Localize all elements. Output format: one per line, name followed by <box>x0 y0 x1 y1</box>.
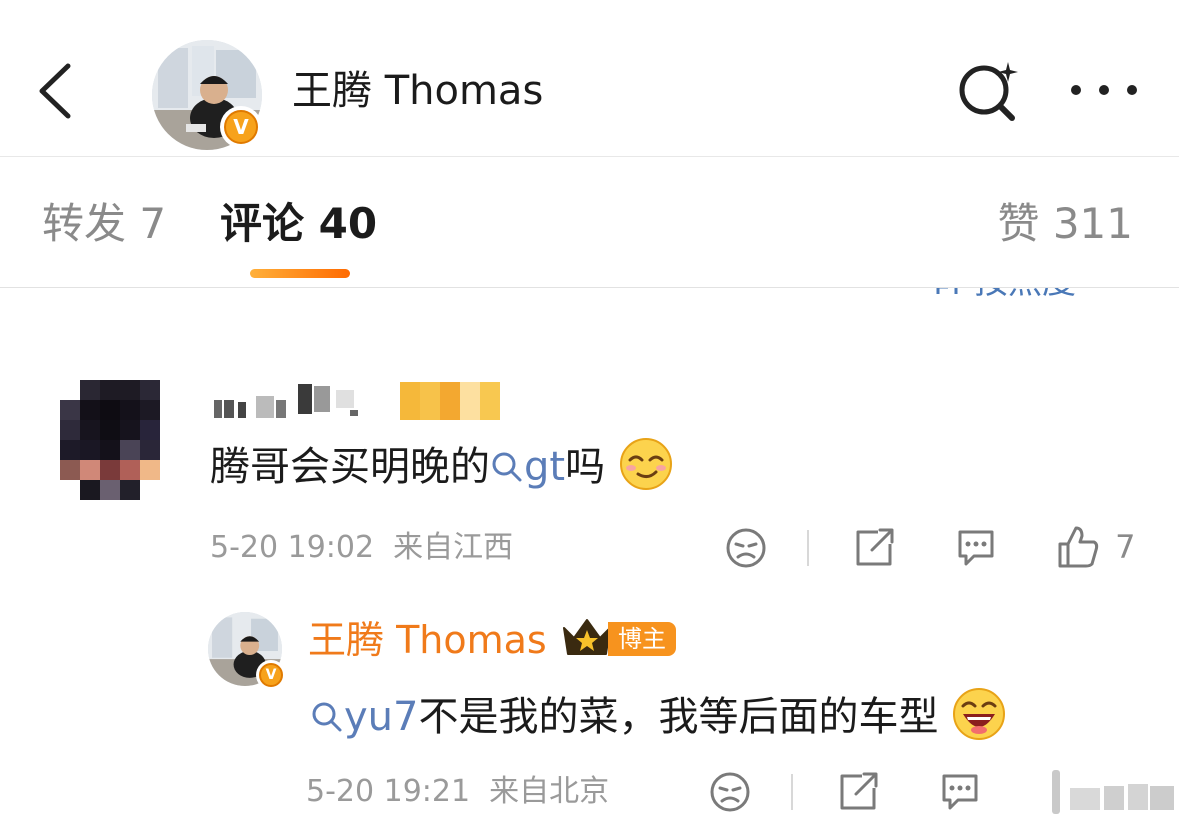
reply-action-divider <box>791 774 793 810</box>
comment-location: 来自江西 <box>393 530 514 565</box>
verified-badge: V <box>220 106 262 148</box>
ellipsis-icon <box>1071 85 1137 95</box>
back-button[interactable] <box>28 56 88 126</box>
reply-time: 5-20 19:21 <box>306 774 471 809</box>
page-title: 王腾 Thomas <box>292 68 544 114</box>
reply-comment-icon[interactable] <box>938 770 982 814</box>
laugh-emoji-icon <box>953 688 1006 740</box>
reply-author-name[interactable]: 王腾 Thomas <box>308 616 547 664</box>
reply-topic-label: yu7 <box>344 694 419 740</box>
search-sparkle-icon <box>959 62 1018 121</box>
tab-repost[interactable]: 转发 7 <box>42 196 166 252</box>
topic-link[interactable]: gt <box>490 444 565 490</box>
action-divider <box>807 530 809 566</box>
reply-location: 来自北京 <box>489 774 610 809</box>
sort-icon <box>936 288 958 294</box>
commenter-name-blurred[interactable] <box>212 382 512 422</box>
reply-text: yu7不是我的菜，我等后面的车型 <box>310 686 1007 744</box>
watermark <box>1000 770 1179 828</box>
crown-icon <box>563 619 611 655</box>
comment-text: 腾哥会买明晚的 gt吗 <box>210 436 674 495</box>
search-button[interactable] <box>952 56 1024 128</box>
smirk-emoji-icon <box>619 438 672 490</box>
reply-comment-icon[interactable] <box>954 526 998 570</box>
reply-dislike-emoji-icon[interactable] <box>708 770 752 814</box>
tab-likes[interactable]: 赞 311 <box>997 196 1133 252</box>
comment-time: 5-20 19:02 <box>210 530 375 565</box>
header-divider <box>0 156 1179 157</box>
sort-toggle[interactable]: 按热度 <box>930 288 1150 302</box>
active-tab-indicator <box>250 269 350 278</box>
like-count: 7 <box>1115 528 1136 566</box>
comment-body: 腾哥会买明晚的 <box>210 444 490 490</box>
reply-verified-v-label: V <box>259 663 283 687</box>
comment-body-tail: 吗 <box>565 444 606 490</box>
dislike-emoji-icon[interactable] <box>724 526 768 570</box>
tab-comments[interactable]: 评论 40 <box>220 196 377 252</box>
reply-verified-badge: V <box>256 660 286 690</box>
reply-share-icon[interactable] <box>836 770 880 814</box>
share-icon[interactable] <box>852 526 896 570</box>
owner-badge: 博主 <box>608 622 676 656</box>
search-icon <box>492 452 522 482</box>
search-icon <box>312 702 342 732</box>
reply-body: 不是我的菜，我等后面的车型 <box>418 694 939 740</box>
chevron-left-icon <box>39 63 71 119</box>
like-button[interactable]: 7 <box>1056 524 1135 570</box>
sort-label: 按热度 <box>974 288 1076 302</box>
topic-link-label: gt <box>524 444 566 490</box>
reply-topic-link[interactable]: yu7 <box>310 694 418 740</box>
reply-meta: 5-20 19:21 来自北京 <box>306 772 609 812</box>
comment-meta: 5-20 19:02 来自江西 <box>210 528 513 568</box>
more-options-button[interactable] <box>1066 70 1142 110</box>
thumbs-up-icon <box>1058 526 1099 568</box>
verified-v-label: V <box>224 110 258 144</box>
commenter-avatar[interactable] <box>60 380 180 500</box>
